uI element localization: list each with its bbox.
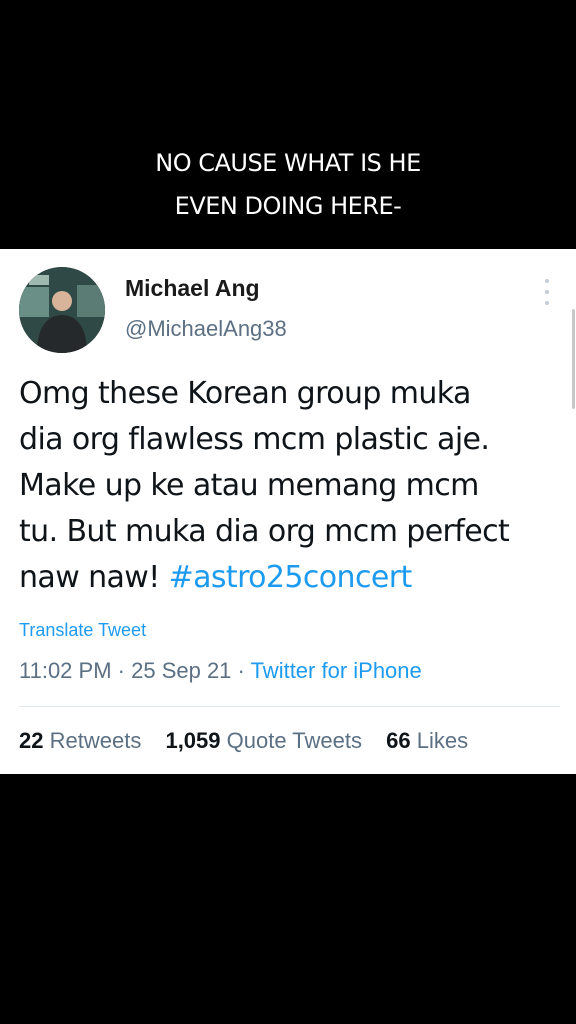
tweet-meta: 11:02 PM · 25 Sep 21 · Twitter for iPhon…	[19, 658, 422, 684]
hashtag-link[interactable]: #astro25concert	[169, 560, 413, 595]
retweets-count: 22	[19, 728, 44, 753]
quote-tweets-label: Quote Tweets	[226, 728, 362, 753]
retweets-stat[interactable]: 22 Retweets	[19, 728, 141, 753]
tweet-text: Omg these Korean group muka dia org flaw…	[19, 371, 564, 601]
more-vertical-icon[interactable]	[537, 279, 557, 305]
tweet-card: Michael Ang @MichaelAng38 Omg these Kore…	[0, 249, 576, 774]
tweet-time: 11:02 PM	[19, 658, 112, 683]
scrollbar[interactable]	[572, 309, 575, 409]
tweet-date: 25 Sep 21	[131, 658, 232, 683]
quote-tweets-count: 1,059	[165, 728, 221, 753]
caption-line-2: EVEN DOING HERE-	[174, 192, 402, 220]
avatar[interactable]	[19, 267, 105, 353]
tweet-stats: 22 Retweets 1,059 Quote Tweets 66 Likes	[19, 728, 486, 754]
translate-tweet-link[interactable]: Translate Tweet	[19, 620, 146, 641]
tweet-text-line: Omg these Korean group muka	[19, 376, 471, 411]
author-name[interactable]: Michael Ang	[125, 275, 260, 302]
author-handle[interactable]: @MichaelAng38	[125, 316, 287, 342]
likes-count: 66	[386, 728, 411, 753]
divider	[19, 706, 560, 707]
likes-label: Likes	[416, 728, 469, 753]
likes-stat[interactable]: 66 Likes	[386, 728, 468, 753]
tweet-source-link[interactable]: Twitter for iPhone	[251, 658, 422, 683]
meta-separator: ·	[231, 658, 251, 683]
caption-line-1: NO CAUSE WHAT IS HE	[155, 149, 421, 177]
tweet-text-line: Make up ke atau memang mcm	[19, 468, 479, 503]
retweets-label: Retweets	[49, 728, 142, 753]
tweet-text-line: tu. But muka dia org mcm perfect	[19, 514, 510, 549]
video-caption: NO CAUSE WHAT IS HE EVEN DOING HERE-	[0, 142, 576, 228]
meta-separator: ·	[111, 658, 132, 683]
tweet-text-line-last: naw naw! #astro25concert	[19, 555, 564, 601]
tweet-text-line: dia org flawless mcm plastic aje.	[19, 422, 490, 457]
tweet-text-line: naw naw!	[19, 560, 169, 595]
quote-tweets-stat[interactable]: 1,059 Quote Tweets	[165, 728, 362, 753]
